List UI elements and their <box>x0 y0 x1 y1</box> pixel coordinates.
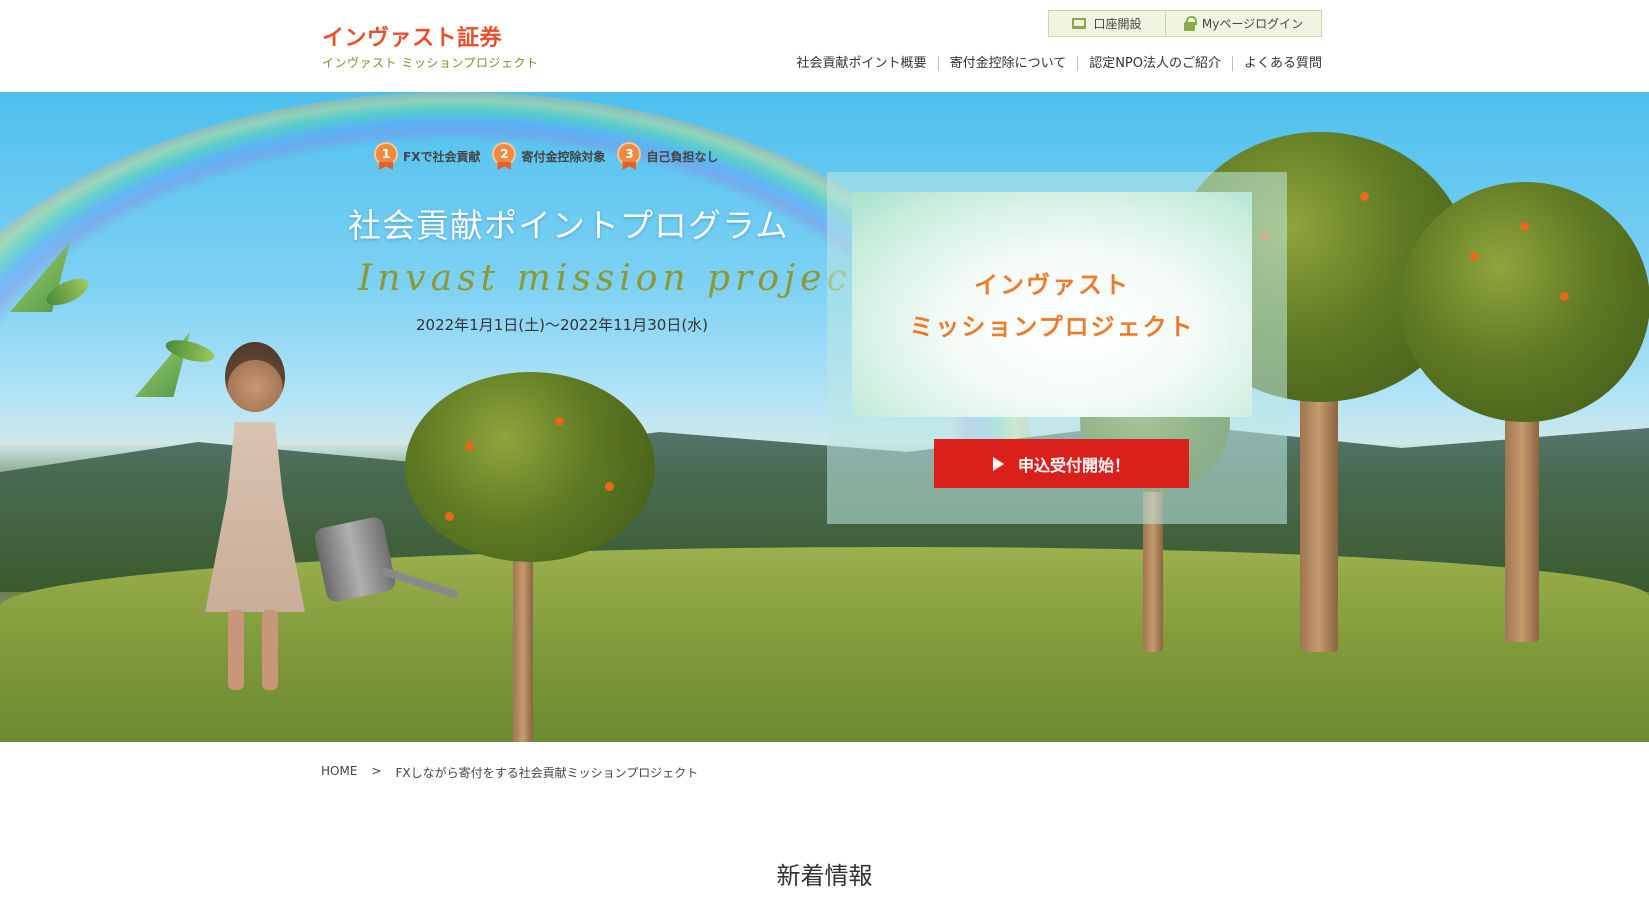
play-arrow-icon <box>992 456 1004 471</box>
logo-sub-text: インヴァスト ミッションプロジェクト <box>322 56 539 70</box>
project-card-line1: インヴァスト <box>974 271 1130 299</box>
ribbon-medal-icon: 2 <box>492 142 517 170</box>
lock-icon <box>1183 15 1197 31</box>
breadcrumb: HOME > FXしながら寄付をする社会貢献ミッションプロジェクト <box>321 764 698 781</box>
breadcrumb-current: FXしながら寄付をする社会貢献ミッションプロジェクト <box>395 766 699 780</box>
apply-button[interactable]: 申込受付開始！ <box>934 439 1189 488</box>
header-utility-buttons: 口座開設 Myページログイン <box>1048 10 1322 37</box>
nav-item-overview[interactable]: 社会貢献ポイント概要 <box>786 56 938 71</box>
apply-button-label: 申込受付開始！ <box>1017 455 1130 475</box>
ribbon-medal-icon: 1 <box>374 142 398 170</box>
mypage-login-button[interactable]: Myページログイン <box>1166 11 1321 36</box>
hummingbird-illustration <box>125 322 220 402</box>
news-section-title: 新着情報 <box>776 862 873 890</box>
campaign-period: 2022年1月1日(土)～2022年11月30日(水) <box>416 316 709 334</box>
hero-english-title: Invast mission project <box>358 258 872 299</box>
open-account-button[interactable]: 口座開設 <box>1049 11 1166 36</box>
mypage-login-label: Myページログイン <box>1201 17 1304 31</box>
watering-can-illustration <box>312 515 398 604</box>
open-account-label: 口座開設 <box>1093 17 1142 31</box>
feature-badge-label: 寄付金控除対象 <box>521 149 606 164</box>
site-logo[interactable]: インヴァスト証券 インヴァスト ミッションプロジェクト <box>322 20 538 71</box>
project-card: インヴァスト ミッションプロジェクト <box>852 192 1252 417</box>
feature-badge: 3 自己負担なし <box>617 142 718 170</box>
promo-panel: インヴァスト ミッションプロジェクト 申込受付開始！ <box>827 172 1287 524</box>
project-card-line2: ミッションプロジェクト <box>909 313 1195 341</box>
ribbon-medal-icon: 3 <box>617 142 642 170</box>
tree-illustration <box>1400 182 1649 642</box>
tree-illustration <box>405 372 655 742</box>
hero-title: 社会貢献ポイントプログラム <box>348 206 790 245</box>
computer-icon <box>1072 18 1087 29</box>
nav-item-npo[interactable]: 認定NPO法人のご紹介 <box>1077 56 1232 71</box>
nav-item-faq[interactable]: よくある質問 <box>1231 56 1322 71</box>
hummingbird-illustration <box>10 242 110 342</box>
feature-badge-label: 自己負担なし <box>646 149 719 164</box>
breadcrumb-home-link[interactable]: HOME <box>321 764 357 781</box>
feature-badge: 1 FXで社会貢献 <box>374 142 480 170</box>
main-nav: 社会貢献ポイント概要 寄付金控除について 認定NPO法人のご紹介 よくある質問 <box>786 56 1322 71</box>
feature-badges: 1 FXで社会貢献 2 寄付金控除対象 3 自己負担なし <box>374 142 718 170</box>
nav-item-tax-deduction[interactable]: 寄付金控除について <box>937 56 1078 71</box>
site-header: インヴァスト証券 インヴァスト ミッションプロジェクト 口座開設 Myページログ… <box>0 0 1649 92</box>
breadcrumb-separator: > <box>371 764 382 778</box>
hero-banner: 1 FXで社会貢献 2 寄付金控除対象 3 自己負担なし 社会貢献ポイントプログ… <box>0 92 1649 742</box>
feature-badge-label: FXで社会貢献 <box>403 149 481 164</box>
feature-badge: 2 寄付金控除対象 <box>492 142 605 170</box>
logo-main-text: インヴァスト証券 <box>322 26 503 51</box>
